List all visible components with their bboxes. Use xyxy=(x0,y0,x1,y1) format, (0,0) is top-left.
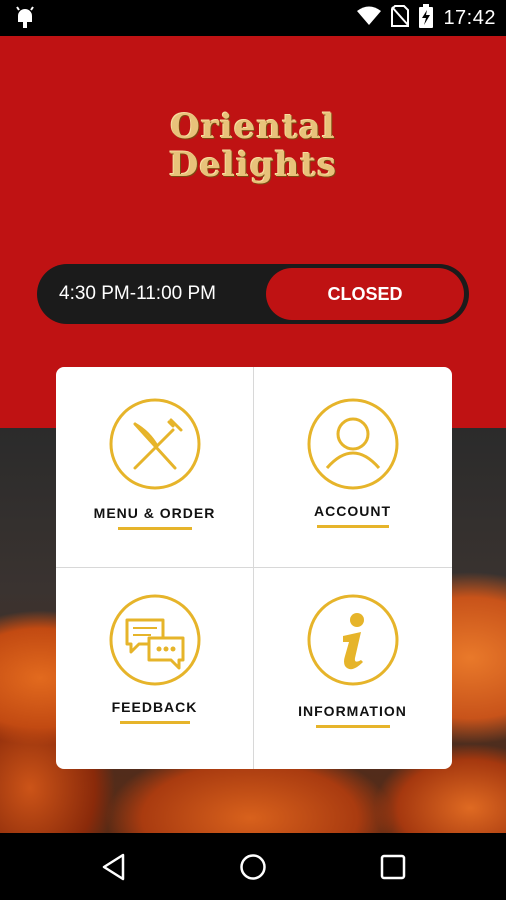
back-button[interactable] xyxy=(74,833,154,900)
home-icon xyxy=(240,853,266,880)
brand-line-1: Oriental xyxy=(170,107,336,147)
chat-bubbles-icon xyxy=(109,594,201,691)
user-icon xyxy=(307,398,399,495)
account-underline xyxy=(316,525,389,528)
no-sim-icon xyxy=(391,4,410,32)
recents-button[interactable] xyxy=(353,833,433,900)
menu-order-underline xyxy=(117,527,192,530)
wifi-icon xyxy=(357,6,382,31)
account-tile[interactable]: ACCOUNT xyxy=(254,367,451,567)
feedback-tile[interactable]: FEEDBACK xyxy=(56,568,253,768)
feedback-underline xyxy=(119,721,190,724)
battery-charging-icon xyxy=(419,3,434,33)
information-underline xyxy=(315,725,390,728)
opening-hours-text: 4:30 PM-11:00 PM xyxy=(59,283,217,304)
system-navigation-bar xyxy=(0,833,506,900)
menu-order-label: MENU & ORDER xyxy=(93,505,216,521)
clock: 17:42 xyxy=(443,6,496,29)
recents-icon xyxy=(380,854,406,879)
information-tile[interactable]: INFORMATION xyxy=(254,568,451,768)
information-label: INFORMATION xyxy=(298,703,407,719)
knife-fork-icon xyxy=(109,398,201,495)
status-bar: 17:42 xyxy=(0,0,506,36)
brand-logo: Oriental Delights xyxy=(0,108,506,184)
back-icon xyxy=(102,853,125,880)
brand-line-2: Delights xyxy=(168,145,338,185)
android-debug-icon xyxy=(14,6,36,35)
menu-order-tile[interactable]: MENU & ORDER xyxy=(56,367,253,567)
info-icon xyxy=(307,594,399,691)
account-label: ACCOUNT xyxy=(314,503,391,519)
main-menu-grid: MENU & ORDER ACCOUNT FEEDBACK INFORMATIO… xyxy=(56,367,452,769)
open-status-badge: CLOSED xyxy=(266,268,464,320)
opening-hours-bar: 4:30 PM-11:00 PM CLOSED xyxy=(37,264,469,324)
feedback-label: FEEDBACK xyxy=(111,699,198,715)
home-button[interactable] xyxy=(213,833,293,900)
